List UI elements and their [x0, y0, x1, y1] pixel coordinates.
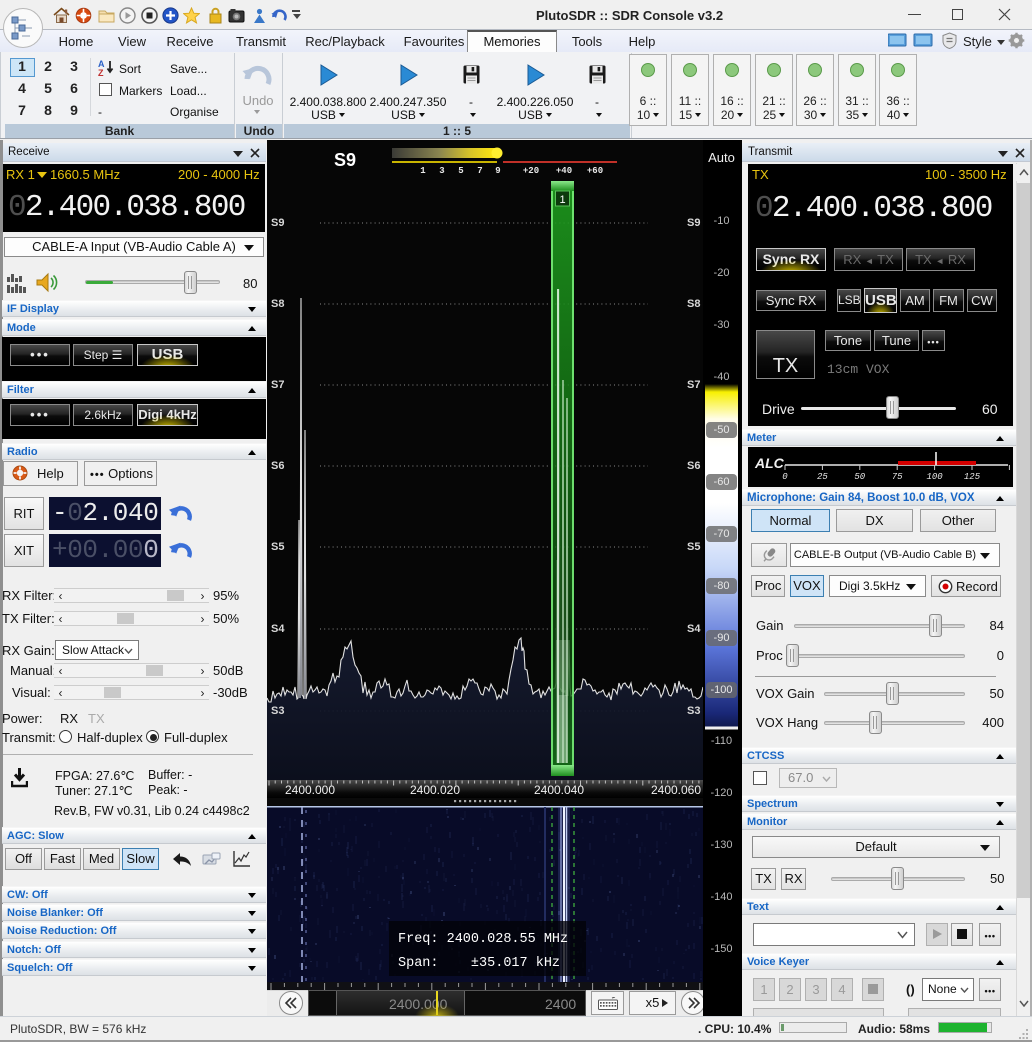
svg-text:25: 25: [817, 472, 828, 481]
svg-text:50: 50: [854, 472, 865, 481]
svg-text:Freq: 2400.028.55 MHz: Freq: 2400.028.55 MHz: [398, 932, 568, 947]
svg-text:100: 100: [926, 472, 943, 481]
svg-text:Z: Z: [98, 68, 104, 76]
svg-text:1: 1: [559, 194, 565, 206]
svg-text:125: 125: [964, 472, 981, 481]
svg-text:75: 75: [892, 472, 903, 481]
svg-text:0: 0: [782, 472, 788, 481]
svg-text:Span: ±35.017 kHz: Span: ±35.017 kHz: [398, 956, 560, 971]
svg-text:S9: S9: [334, 150, 356, 170]
